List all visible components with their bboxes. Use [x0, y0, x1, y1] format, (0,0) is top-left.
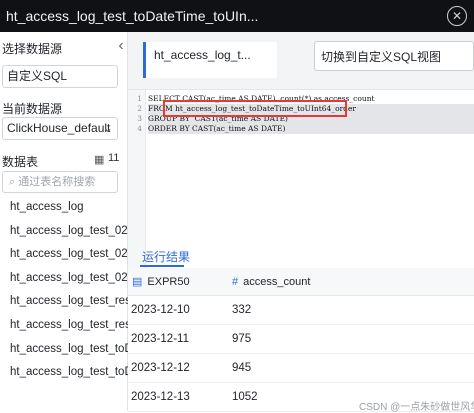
- switch-to-sql-view-label: 切换到自定义SQL视图: [321, 50, 442, 64]
- cell-count: 1052: [232, 391, 258, 403]
- table-list-item[interactable]: ht_access_log_test_respon...: [0, 290, 128, 314]
- column-header-label: EXPR50: [147, 276, 190, 288]
- cell-date: 2023-12-12: [131, 362, 190, 374]
- current-datasource-label: 当前数据源: [2, 102, 63, 116]
- switch-to-sql-view-button[interactable]: 切换到自定义SQL视图: [314, 41, 474, 71]
- tables-label: 数据表: [2, 155, 39, 169]
- table-list-item[interactable]: ht_access_log_test_0204: [0, 220, 128, 244]
- table-list-item[interactable]: ht_access_log: [0, 196, 128, 220]
- table-row[interactable]: 2023-12-10 332: [128, 296, 474, 325]
- column-header-expr50[interactable]: ▤ EXPR50: [132, 268, 190, 296]
- line-number: 4: [137, 124, 142, 133]
- number-icon: #: [232, 276, 239, 288]
- tab-bar: ht_access_log_t... 切换到自定义SQL视图: [128, 32, 474, 90]
- table-list: ht_access_log ht_access_log_test_0204 ht…: [0, 196, 128, 385]
- table-list-item[interactable]: ht_access_log_test_toDate...: [0, 361, 128, 385]
- line-number: 1: [137, 94, 142, 103]
- table-list-item[interactable]: ht_access_log_test_respon...: [0, 314, 128, 338]
- search-icon: ⌕: [9, 176, 16, 188]
- cell-count: 975: [232, 333, 252, 345]
- tab-run-results[interactable]: 运行结果: [142, 248, 190, 265]
- current-datasource-select[interactable]: ClickHouse_default ⌄: [2, 117, 118, 140]
- table-list-item[interactable]: ht_access_log_test_0218: [0, 243, 128, 267]
- line-number: 3: [137, 114, 142, 123]
- column-header-label: access_count: [243, 276, 311, 288]
- table-search-input[interactable]: ⌕ 通过表名称搜索: [2, 171, 118, 193]
- column-header-access-count[interactable]: # access_count: [232, 268, 310, 296]
- window-title: ht_access_log_test_toDateTime_toUIn...: [6, 8, 259, 24]
- search-placeholder: 通过表名称搜索: [18, 176, 96, 188]
- sql-line: ORDER BY CAST(ac_time AS DATE): [148, 124, 474, 134]
- left-panel: 选择数据源 自定义SQL 当前数据源 ClickHouse_default ⌄ …: [0, 32, 128, 411]
- datasource-type-select[interactable]: 自定义SQL: [2, 65, 118, 88]
- cell-count: 332: [232, 304, 252, 316]
- tab-active-table[interactable]: ht_access_log_t...: [143, 42, 277, 78]
- table-grid-icon: ▦: [94, 154, 105, 166]
- table-row[interactable]: 2023-12-11 975: [128, 325, 474, 354]
- main-panel: ht_access_log_t... 切换到自定义SQL视图 1 2 3 4 S…: [128, 32, 474, 412]
- cell-date: 2023-12-10: [131, 304, 190, 316]
- table-row[interactable]: 2023-12-12 945: [128, 354, 474, 383]
- datasource-section-label: 选择数据源: [2, 42, 63, 56]
- window-titlebar: ht_access_log_test_toDateTime_toUIn... ✕: [0, 0, 474, 32]
- results-table-header: ▤ EXPR50 # access_count: [128, 268, 474, 296]
- tab-label: ht_access_log_t...: [154, 48, 251, 62]
- line-number: 2: [137, 104, 142, 113]
- current-datasource-value: ClickHouse_default: [7, 121, 111, 135]
- table-list-item[interactable]: ht_access_log_test_0219: [0, 267, 128, 291]
- datasource-type-value: 自定义SQL: [7, 69, 68, 83]
- chevron-down-icon: ⌄: [102, 121, 113, 135]
- cell-date: 2023-12-11: [131, 333, 189, 345]
- active-tab-underline: [140, 265, 184, 267]
- tables-count: 11: [108, 152, 120, 164]
- table-list-item[interactable]: ht_access_log_test_toDate...: [0, 338, 128, 362]
- sql-editor[interactable]: 1 2 3 4 SELECT CAST(ac_time AS DATE), co…: [128, 90, 474, 268]
- cell-count: 945: [232, 362, 252, 374]
- highlight-annotation-box: [163, 100, 347, 117]
- close-icon[interactable]: ✕: [447, 6, 467, 26]
- table-icon: ▤: [132, 276, 143, 288]
- cell-date: 2023-12-13: [131, 391, 190, 403]
